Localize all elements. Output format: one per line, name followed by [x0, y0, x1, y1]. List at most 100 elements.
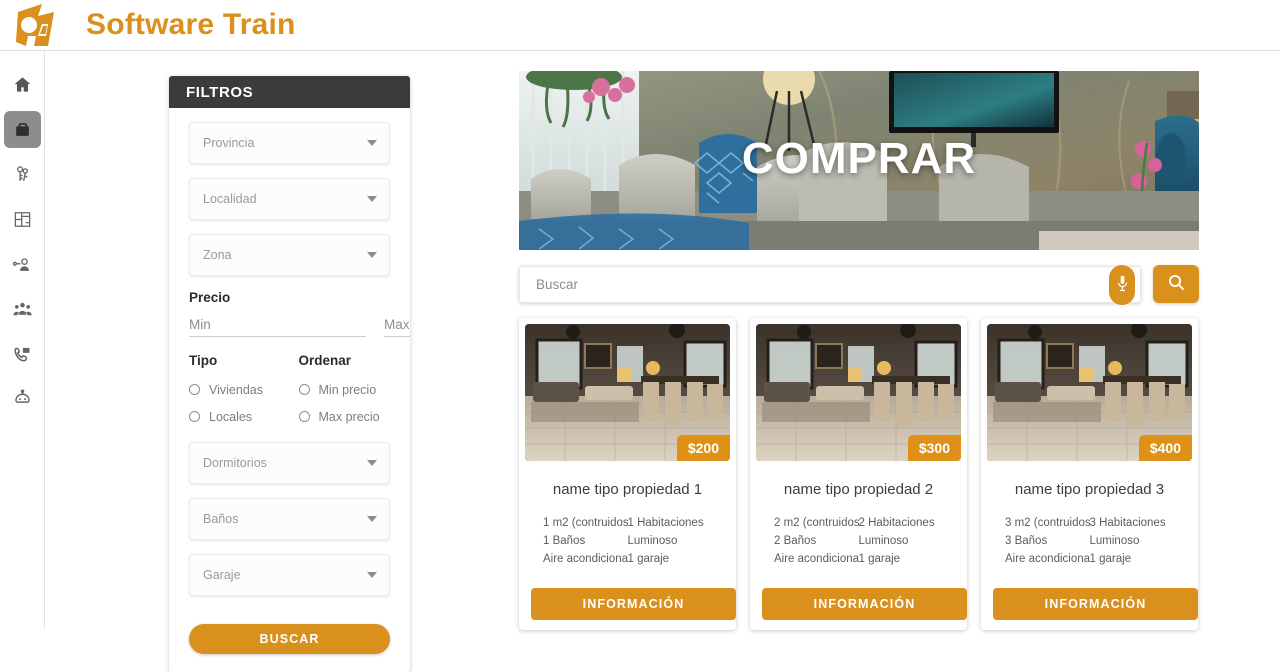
spec-item: Aire acondiciona [543, 553, 628, 565]
precio-label: Precio [189, 290, 231, 305]
spec-item: 2 Habitaciones [858, 517, 935, 529]
select-garaje-label: Garaje [203, 568, 241, 582]
property-specs-right: 3 Habitaciones Luminoso 1 garaje [1090, 514, 1175, 568]
buscar-filters-button[interactable]: BUSCAR [189, 624, 390, 654]
user-key-icon [12, 255, 32, 275]
radio-min-precio-label: Min precio [318, 382, 377, 397]
property-specs-left: 1 m2 (contruidos 1 Baños Aire acondicion… [543, 514, 628, 568]
ordenar-label: Ordenar [298, 353, 352, 368]
tipo-group: Tipo Viviendas Locales [189, 343, 281, 430]
radio-min-precio[interactable]: Min precio [298, 376, 391, 403]
chevron-down-icon [367, 516, 377, 522]
radio-locales[interactable]: Locales [189, 403, 281, 430]
ordenar-group: Ordenar Min precio Max precio [298, 343, 391, 430]
spec-item: Luminoso [858, 535, 909, 547]
sidebar [0, 51, 45, 628]
home-icon [13, 75, 32, 94]
search-bar [519, 265, 1199, 306]
property-specs-left: 3 m2 (contruidos 3 Baños Aire acondicion… [1005, 514, 1090, 568]
sidebar-item-assistant[interactable] [4, 381, 41, 418]
select-banos-label: Baños [203, 512, 239, 526]
select-provincia[interactable]: Provincia [189, 122, 390, 164]
floorplan-icon [13, 210, 32, 229]
radio-viviendas[interactable]: Viviendas [189, 376, 281, 403]
radio-circle-icon [189, 411, 200, 422]
app-header: Software Train [0, 0, 1280, 51]
chevron-down-icon [367, 572, 377, 578]
voice-search-button[interactable] [1109, 265, 1135, 305]
property-title: name tipo propiedad 3 [1014, 481, 1165, 498]
chevron-down-icon [367, 252, 377, 258]
tipo-ordenar-row: Tipo Viviendas Locales Ordenar Min preci… [189, 343, 390, 430]
sidebar-item-floorplans[interactable] [4, 201, 41, 238]
search-field-wrapper[interactable] [519, 266, 1141, 303]
filters-title: FILTROS [169, 76, 410, 108]
sidebar-item-owners[interactable] [4, 246, 41, 283]
select-dormitorios-label: Dormitorios [203, 456, 267, 470]
select-localidad-label: Localidad [203, 192, 257, 206]
tipo-label: Tipo [189, 353, 218, 368]
property-image: $400 [987, 324, 1192, 461]
select-provincia-label: Provincia [203, 136, 255, 150]
price-max-input[interactable] [384, 313, 410, 337]
property-info-button[interactable]: INFORMACIÓN [993, 588, 1198, 620]
property-price-badge: $200 [676, 435, 730, 461]
property-card[interactable]: $400 name tipo propiedad 3 3 m2 (contrui… [981, 318, 1198, 630]
property-specs: 1 m2 (contruidos 1 Baños Aire acondicion… [525, 514, 730, 568]
select-zona-label: Zona [203, 248, 232, 262]
property-info-button[interactable]: INFORMACIÓN [762, 588, 967, 620]
spec-item: 3 Habitaciones [1089, 517, 1166, 529]
price-range-row [189, 313, 410, 337]
property-title: name tipo propiedad 2 [783, 481, 934, 498]
spec-item: 1 garaje [1089, 553, 1132, 565]
property-image: $300 [756, 324, 961, 461]
spec-item: Luminoso [627, 535, 678, 547]
price-min-input[interactable] [189, 313, 366, 337]
radio-max-precio[interactable]: Max precio [298, 403, 391, 430]
keys-icon [13, 165, 32, 184]
spec-item: 1 garaje [627, 553, 670, 565]
property-specs-right: 2 Habitaciones Luminoso 1 garaje [859, 514, 944, 568]
search-submit-button[interactable] [1153, 265, 1199, 303]
select-banos[interactable]: Baños [189, 498, 390, 540]
spec-item: Luminoso [1089, 535, 1140, 547]
camera-6a-logo-icon[interactable] [12, 2, 64, 48]
page-title: Software Train [86, 8, 296, 41]
spec-item: 3 m2 (contruidos [1005, 517, 1090, 529]
select-localidad[interactable]: Localidad [189, 178, 390, 220]
radio-circle-icon [298, 384, 310, 395]
property-specs-left: 2 m2 (contruidos 2 Baños Aire acondicion… [774, 514, 859, 568]
property-price-badge: $300 [907, 435, 961, 461]
select-zona[interactable]: Zona [189, 234, 390, 276]
radio-max-precio-label: Max precio [318, 409, 380, 424]
hero-title: COMPRAR [741, 133, 977, 183]
property-image: $200 [525, 324, 730, 461]
briefcase-icon [13, 120, 32, 139]
property-info-button[interactable]: INFORMACIÓN [531, 588, 736, 620]
spec-item: 1 garaje [858, 553, 901, 565]
sidebar-item-rentals[interactable] [4, 156, 41, 193]
sidebar-item-contact[interactable] [4, 336, 41, 373]
sidebar-item-clients[interactable] [4, 291, 41, 328]
select-garaje[interactable]: Garaje [189, 554, 390, 596]
spec-item: Aire acondiciona [1005, 553, 1090, 565]
spec-item: 1 Habitaciones [627, 517, 704, 529]
search-icon [1168, 274, 1185, 294]
select-dormitorios[interactable]: Dormitorios [189, 442, 390, 484]
radio-locales-label: Locales [209, 409, 253, 424]
sidebar-item-properties[interactable] [3, 111, 41, 148]
spec-item: 2 Baños [774, 535, 817, 547]
search-input[interactable] [534, 276, 1088, 293]
property-card[interactable]: $300 name tipo propiedad 2 2 m2 (contrui… [750, 318, 967, 630]
microphone-icon [1117, 275, 1128, 295]
spec-item: 1 m2 (contruidos [543, 517, 628, 529]
robot-icon [12, 389, 33, 410]
property-specs: 3 m2 (contruidos 3 Baños Aire acondicion… [987, 514, 1192, 568]
sidebar-item-home[interactable] [4, 66, 41, 103]
phone-message-icon [12, 345, 32, 365]
property-title: name tipo propiedad 1 [552, 481, 703, 498]
property-card[interactable]: $200 name tipo propiedad 1 1 m2 (contrui… [519, 318, 736, 630]
property-specs: 2 m2 (contruidos 2 Baños Aire acondicion… [756, 514, 961, 568]
people-group-icon [12, 299, 33, 320]
radio-viviendas-label: Viviendas [209, 382, 263, 397]
